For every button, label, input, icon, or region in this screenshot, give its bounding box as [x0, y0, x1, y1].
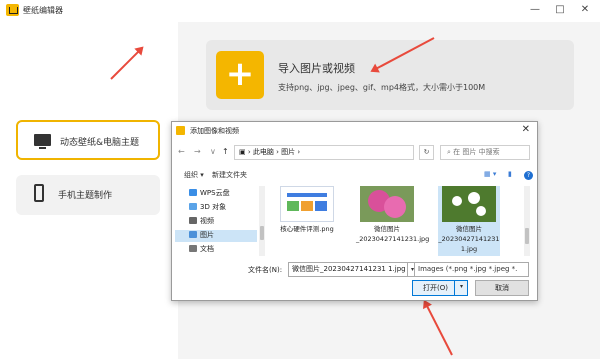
title-bar: 壁纸编辑器 — □ ✕ [0, 0, 600, 22]
filename-input[interactable]: 微信图片_20230427141231 1.jpg [288, 262, 408, 277]
file-item-selected[interactable]: 微信图片_20230427141231 1.jpg [438, 186, 500, 256]
new-folder-button[interactable]: 新建文件夹 [212, 170, 247, 180]
search-input[interactable]: ⌕ 在 图片 中搜索 [440, 145, 530, 160]
close-button[interactable]: ✕ [578, 3, 592, 17]
dialog-title: 添加图像和视频 [190, 127, 239, 135]
forward-arrow-icon[interactable]: → [194, 147, 201, 156]
app-logo-icon [6, 4, 19, 16]
file-name: 核心硬件评测.png [280, 225, 334, 233]
import-subtitle: 支持png、jpg、jpeg、gif、mp4格式，大小需小于100M [278, 83, 486, 92]
file-type-filter[interactable]: Images (*.png *.jpg *.jpeg *. [414, 262, 529, 277]
address-bar[interactable]: ▣ › 此电脑 › 图片 › [234, 145, 414, 160]
nav-item-videos[interactable]: 视频 [189, 216, 214, 226]
dialog-toolbar: 组织 ▾ 新建文件夹 ▦ ▾ ▮ ? [172, 168, 537, 183]
file-name: 微信图片_20230427141231 1.jpg [438, 225, 500, 253]
maximize-button[interactable]: □ [553, 3, 567, 17]
cube-icon [189, 203, 197, 210]
file-thumbnail [442, 186, 496, 222]
plus-icon[interactable]: + [216, 51, 264, 99]
app-title: 壁纸编辑器 [23, 6, 63, 15]
video-icon [189, 217, 197, 224]
app-logo-icon [176, 126, 185, 135]
filename-label: 文件名(N): [248, 266, 283, 274]
import-title: 导入图片或视频 [278, 62, 355, 75]
open-button-label: 打开(O) [423, 284, 448, 292]
sidebar-item-label: 手机主题制作 [58, 191, 113, 201]
nav-scrollbar[interactable] [259, 186, 265, 256]
preview-pane-icon[interactable]: ▮ [508, 170, 512, 178]
nav-item-wps-cloud[interactable]: WPS云盘 [189, 188, 230, 198]
cancel-button[interactable]: 取消 [475, 280, 529, 296]
scroll-thumb[interactable] [525, 228, 529, 244]
scroll-thumb[interactable] [260, 226, 264, 240]
document-icon [189, 245, 197, 252]
dialog-footer: 文件名(N): 微信图片_20230427141231 1.jpg ▾ Imag… [172, 260, 537, 300]
picture-icon [189, 231, 197, 238]
refresh-icon[interactable]: ↻ [419, 145, 434, 160]
back-arrow-icon[interactable]: ← [178, 147, 185, 156]
sidebar-item-dynamic-wallpaper[interactable]: 动态壁纸&电脑主题 [16, 120, 160, 160]
nav-item-pictures[interactable]: 图片 [175, 230, 257, 242]
open-dropdown-icon[interactable]: ▾ [454, 280, 468, 296]
help-icon[interactable]: ? [524, 171, 533, 180]
file-scrollbar[interactable] [524, 186, 530, 256]
dialog-nav-bar: ← → ∨ ↑ ▣ › 此电脑 › 图片 › ↻ ⌕ 在 图片 中搜索 [172, 142, 537, 164]
minimize-button[interactable]: — [528, 3, 542, 17]
sidebar-item-phone-theme[interactable]: 手机主题制作 [16, 175, 160, 215]
file-item[interactable]: 核心硬件评测.png [276, 186, 338, 256]
up-arrow-icon[interactable]: ↑ [222, 147, 229, 156]
sidebar: 动态壁纸&电脑主题 手机主题制作 [0, 22, 178, 359]
close-icon[interactable]: ✕ [522, 124, 530, 135]
file-list: 核心硬件评测.png 微信图片_20230427141231.jpg 微信图片_… [268, 186, 530, 256]
nav-item-3d-objects[interactable]: 3D 对象 [189, 202, 226, 212]
file-open-dialog: 添加图像和视频 ✕ ← → ∨ ↑ ▣ › 此电脑 › 图片 › ↻ ⌕ 在 图… [171, 121, 538, 301]
file-item[interactable]: 微信图片_20230427141231.jpg [356, 186, 430, 256]
file-thumbnail [280, 186, 334, 222]
monitor-icon [34, 134, 51, 149]
file-name: 微信图片_20230427141231.jpg [356, 225, 430, 243]
dialog-title-bar: 添加图像和视频 ✕ [172, 122, 537, 140]
phone-icon [34, 184, 44, 202]
cloud-icon [189, 189, 197, 196]
sidebar-item-label: 动态壁纸&电脑主题 [60, 138, 140, 148]
chevron-down-icon[interactable]: ∨ [210, 147, 216, 156]
view-options-icon[interactable]: ▦ ▾ [484, 170, 496, 178]
import-card[interactable]: + 导入图片或视频 支持png、jpg、jpeg、gif、mp4格式，大小需小于… [206, 40, 574, 110]
organize-menu[interactable]: 组织 ▾ [184, 170, 204, 180]
nav-item-documents[interactable]: 文档 [189, 244, 214, 254]
file-thumbnail [360, 186, 414, 222]
navigation-pane: WPS云盘 3D 对象 视频 图片 文档 [175, 186, 265, 256]
